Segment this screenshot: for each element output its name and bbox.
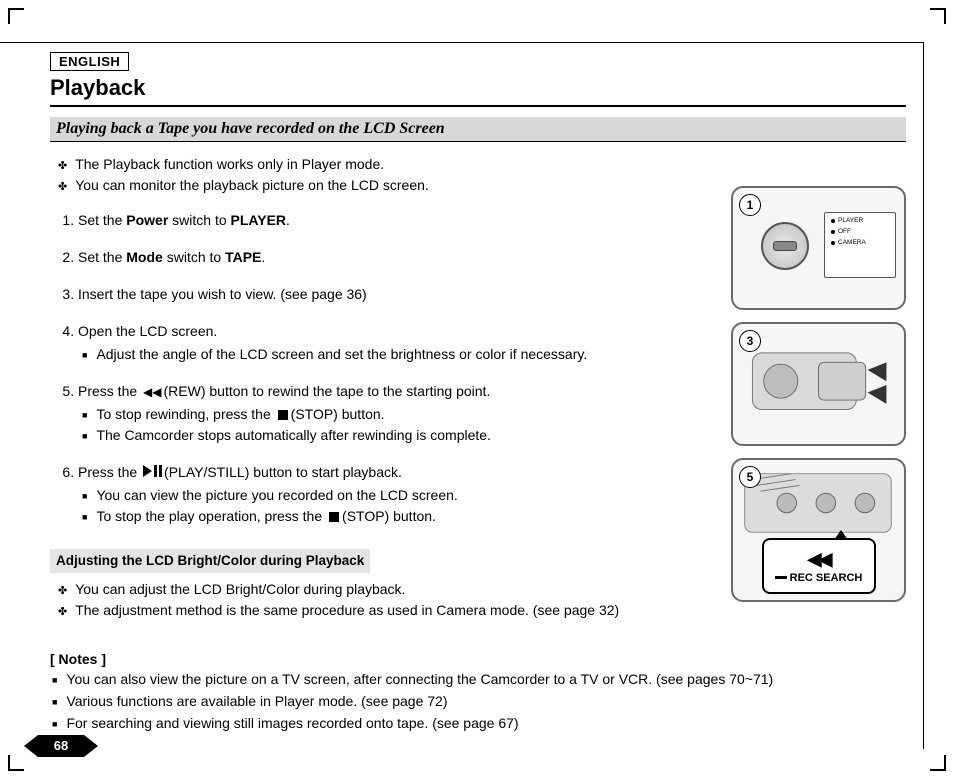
text: switch to [163,249,225,265]
step-6-sub: You can view the picture you recorded on… [100,485,711,506]
intro-item: The Playback function works only in Play… [78,154,711,175]
crop-mark [8,8,24,24]
switch-label-player: PLAYER [838,217,863,224]
step-6-sub: To stop the play operation, press the (S… [100,506,711,527]
figure-5: 5 ◀◀ REC SEARCH [731,458,906,602]
text: (STOP) button. [342,508,436,524]
step-3: Insert the tape you wish to view. (see p… [78,284,711,305]
notes-list: You can also view the picture on a TV sc… [50,669,906,734]
text: Press the [78,383,141,399]
sub-heading: Adjusting the LCD Bright/Color during Pl… [50,549,370,573]
text-bold: TAPE [225,249,261,265]
step-4: Open the LCD screen. Adjust the angle of… [78,321,711,365]
rewind-icon: ◀◀ [808,549,830,570]
rec-search-label: REC SEARCH [790,572,863,584]
text-bold: Power [126,212,168,228]
intro-item: You can monitor the playback picture on … [78,175,711,196]
text: (REW) button to rewind the tape to the s… [164,383,491,399]
figure-1: 1 PLAYER OFF CAMERA [731,186,906,310]
text: (STOP) button. [291,406,385,422]
text: Set the [78,212,126,228]
rewind-icon: ◀◀ [143,385,161,399]
step-1: Set the Power switch to PLAYER. [78,210,711,231]
page-number-badge: 68 [38,735,84,757]
text: . [261,249,265,265]
crop-mark [8,755,24,771]
text: Open the LCD screen. [78,323,217,339]
figure-number: 5 [739,466,761,488]
step-6: Press the (PLAY/STILL) button to start p… [78,462,711,527]
step-4-sub: Adjust the angle of the LCD screen and s… [100,344,711,365]
crop-mark [930,755,946,771]
sub-point: You can adjust the LCD Bright/Color duri… [78,579,711,600]
text: Set the [78,249,126,265]
note-item: Various functions are available in Playe… [70,691,906,713]
intro-list: The Playback function works only in Play… [50,154,711,196]
figure-3: 3 [731,322,906,446]
text: Press the [78,464,141,480]
note-item: For searching and viewing still images r… [70,713,906,735]
text: (PLAY/STILL) button to start playback. [164,464,402,480]
sub-point: The adjustment method is the same proced… [78,600,711,621]
step-5-sub: The Camcorder stops automatically after … [100,425,711,446]
step-5-sub: To stop rewinding, press the (STOP) butt… [100,404,711,425]
crop-mark [930,8,946,24]
text-bold: Mode [126,249,163,265]
minus-icon [775,576,787,579]
stop-icon [329,512,339,522]
language-label: ENGLISH [50,52,129,71]
figure-number: 1 [739,194,761,216]
text: switch to [168,212,230,228]
rec-search-callout: ◀◀ REC SEARCH [762,538,876,594]
switch-label-camera: CAMERA [838,239,866,246]
text: . [286,212,290,228]
camcorder-illustration [743,334,894,428]
note-item: You can also view the picture on a TV sc… [70,669,906,691]
text: To stop the play operation, press the [96,508,326,524]
figure-number: 3 [739,330,761,352]
step-5: Press the ◀◀(REW) button to rewind the t… [78,381,711,446]
step-2: Set the Mode switch to TAPE. [78,247,711,268]
mode-switch-panel: PLAYER OFF CAMERA [824,212,896,278]
stop-icon [278,410,288,420]
text-bold: PLAYER [231,212,287,228]
section-subtitle: Playing back a Tape you have recorded on… [50,117,906,142]
notes-heading: [ Notes ] [50,651,906,667]
sub-points: You can adjust the LCD Bright/Color duri… [50,579,711,621]
power-dial-illustration [761,222,809,270]
text: To stop rewinding, press the [96,406,274,422]
switch-label-off: OFF [838,228,851,235]
steps-list: Set the Power switch to PLAYER. Set the … [50,210,711,527]
page-title: Playback [50,75,906,107]
play-still-icon [143,465,162,477]
